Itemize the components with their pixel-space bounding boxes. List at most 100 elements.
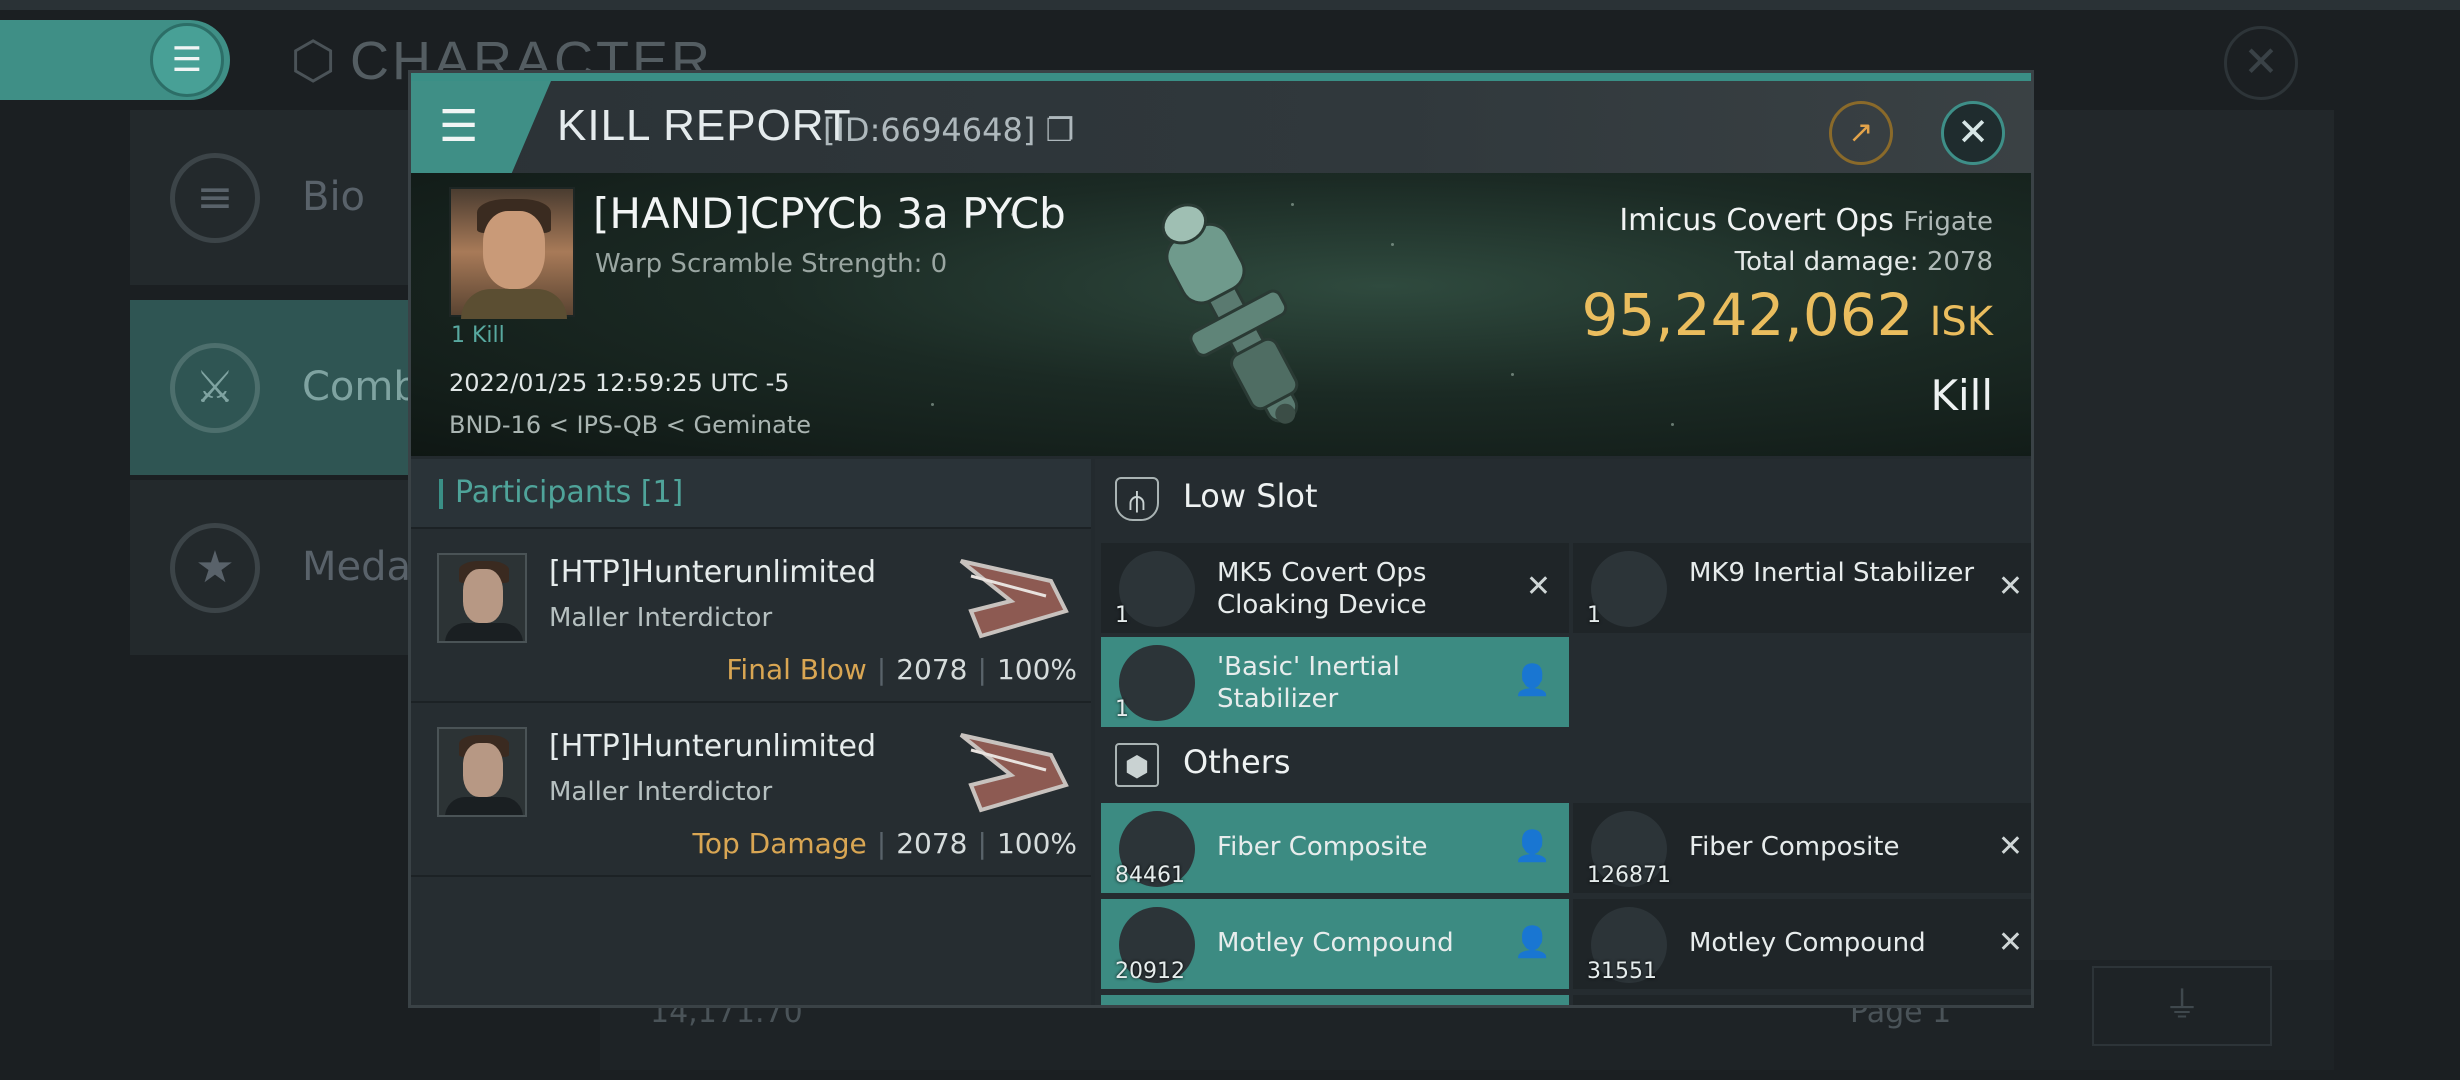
copy-icon[interactable]: ❐ — [1035, 111, 1075, 149]
participant-stats: Top Damage | 2078 | 100% — [692, 827, 1077, 860]
cargo-box-icon: ⬢ — [1115, 743, 1159, 787]
others-title: Others — [1183, 743, 1291, 781]
participant-damage: 2078 — [896, 827, 968, 860]
participant-row[interactable]: [HTP]Hunterunlimited Maller Interdictor … — [411, 531, 1091, 703]
close-icon: ✕ — [1957, 110, 1989, 154]
background-menu-button[interactable]: ☰ — [0, 20, 230, 100]
participant-ship: Maller Interdictor — [549, 603, 773, 633]
item-name: Motley Compound — [1217, 928, 1454, 958]
filter-icon: ⏚ — [2163, 985, 2200, 1026]
item-name: MK9 Inertial Stabilizer — [1689, 558, 1975, 588]
item-name: Motley Compound — [1689, 928, 1926, 958]
destroyed-icon: ✕ — [1997, 829, 2023, 864]
sidebar-item-medal[interactable]: ★ Medal — [130, 480, 430, 655]
participants-title: Participants [1] — [455, 475, 684, 510]
item-thumbnail — [1591, 551, 1667, 627]
bio-icon: ≡ — [170, 153, 260, 243]
item-card[interactable]: 84461 Fiber Composite 👤 — [1101, 803, 1569, 893]
participant-damage: 2078 — [896, 653, 968, 686]
sidebar-item-label: Comb — [302, 364, 419, 410]
item-quantity: 31551 — [1587, 959, 1657, 984]
share-button[interactable]: ↗ — [1829, 101, 1893, 165]
victim-name[interactable]: [HAND]CPYCb 3a PYCb — [593, 189, 1066, 238]
kill-id-label: [ID:6694648] — [823, 111, 1036, 149]
destroyed-icon: ✕ — [1997, 925, 2023, 960]
background-close-button[interactable]: ✕ — [2224, 26, 2298, 100]
modal-header: ☰ KILL REPORT [ID:6694648] ❐ ↗ ✕ — [411, 81, 2031, 173]
participants-panel: Participants [1] [HTP]Hunterunlimited Ma… — [411, 459, 1091, 1005]
participant-name[interactable]: [HTP]Hunterunlimited — [549, 729, 876, 764]
participant-role: Top Damage — [692, 827, 867, 860]
ship-name[interactable]: Imicus Covert Ops Frigate — [1619, 203, 1993, 238]
isk-value: 95,242,062 ISK — [1581, 281, 1993, 349]
item-name: Fiber Composite — [1217, 832, 1428, 862]
item-card[interactable]: 1 MK5 Covert Ops Cloaking Device ✕ — [1101, 543, 1569, 633]
others-header: ⬢ Others — [1095, 725, 2031, 803]
item-quantity: 126871 — [1587, 863, 1671, 888]
filter-button[interactable]: ⏚ — [2092, 966, 2272, 1046]
isk-amount: 95,242,062 — [1581, 281, 1914, 349]
background-sidebar: ≡ Bio ⚔ Comb ★ Medal — [130, 110, 430, 655]
dropped-person-icon: 👤 — [1513, 663, 1551, 698]
low-slot-icon: ⫛ — [1115, 477, 1159, 521]
destroyed-icon: ✕ — [1525, 569, 1551, 604]
menu-icon: ☰ — [439, 101, 479, 152]
sidebar-item-combat[interactable]: ⚔ Comb — [130, 300, 430, 475]
participant-ship: Maller Interdictor — [549, 777, 773, 807]
character-icon: ⬡ — [290, 31, 336, 91]
item-card[interactable]: 126871 Fiber Composite ✕ — [1573, 803, 2031, 893]
participant-ship-image — [959, 559, 1069, 639]
crossed-swords-icon: ⚔ — [170, 343, 260, 433]
sidebar-item-bio[interactable]: ≡ Bio — [130, 110, 430, 285]
item-card[interactable]: 1 MK9 Inertial Stabilizer ✕ — [1573, 543, 2031, 633]
participant-role: Final Blow — [726, 653, 867, 686]
top-edge — [0, 0, 2460, 10]
low-slot-header: ⫛ Low Slot — [1095, 459, 2031, 537]
total-damage-label: Total damage: — [1734, 247, 1919, 277]
item-card[interactable]: 20912 Motley Compound 👤 — [1101, 899, 1569, 989]
destroyed-icon: ✕ — [1997, 569, 2023, 604]
star-icon: ★ — [170, 523, 260, 613]
modal-menu-button[interactable]: ☰ — [411, 81, 551, 173]
participant-row[interactable]: [HTP]Hunterunlimited Maller Interdictor … — [411, 705, 1091, 877]
kill-location[interactable]: BND-16 < IPS-QB < Geminate — [449, 411, 811, 439]
menu-icon: ☰ — [150, 23, 224, 97]
participants-header: Participants [1] — [411, 459, 1091, 529]
item-name: Fiber Composite — [1689, 832, 1900, 862]
item-card[interactable]: 31551 Motley Compound ✕ — [1573, 899, 2031, 989]
kill-result: Kill — [1930, 371, 1993, 420]
participant-name[interactable]: [HTP]Hunterunlimited — [549, 555, 876, 590]
sidebar-item-label: Bio — [302, 174, 366, 220]
kill-datetime: 2022/01/25 12:59:25 UTC -5 — [449, 369, 790, 397]
ship-class: Frigate — [1903, 207, 1993, 237]
kill-count-tag: 1 Kill — [451, 323, 505, 348]
item-quantity: 1 — [1115, 697, 1129, 722]
low-slot-title: Low Slot — [1183, 477, 1318, 515]
modal-accent-bar — [411, 73, 2031, 81]
participant-percent: 100% — [996, 653, 1077, 686]
victim-portrait[interactable] — [449, 187, 575, 319]
item-card[interactable] — [1101, 995, 1569, 1005]
total-damage: Total damage: 2078 — [1735, 247, 1993, 277]
sidebar-item-label: Medal — [302, 544, 423, 590]
participant-portrait[interactable] — [437, 727, 527, 817]
modal-title: KILL REPORT — [557, 101, 852, 150]
participant-portrait[interactable] — [437, 553, 527, 643]
item-quantity: 1 — [1115, 603, 1129, 628]
dropped-person-icon: 👤 — [1513, 925, 1551, 960]
item-card[interactable]: 1 'Basic' Inertial Stabilizer 👤 — [1101, 637, 1569, 727]
kill-id[interactable]: [ID:6694648] ❐ — [823, 111, 1074, 149]
item-thumbnail — [1119, 645, 1195, 721]
ship-name-text: Imicus Covert Ops — [1619, 203, 1894, 238]
isk-unit: ISK — [1929, 299, 1993, 345]
item-quantity: 84461 — [1115, 863, 1185, 888]
total-damage-value: 2078 — [1926, 247, 1993, 277]
item-name: 'Basic' Inertial Stabilizer — [1217, 652, 1400, 714]
item-quantity: 20912 — [1115, 959, 1185, 984]
participant-stats: Final Blow | 2078 | 100% — [726, 653, 1077, 686]
dropped-person-icon: 👤 — [1513, 829, 1551, 864]
item-quantity: 1 — [1587, 603, 1601, 628]
victim-banner: [HAND]CPYCb 3a PYCb Warp Scramble Streng… — [411, 173, 2031, 456]
item-card[interactable] — [1573, 995, 2031, 1005]
close-button[interactable]: ✕ — [1941, 101, 2005, 165]
